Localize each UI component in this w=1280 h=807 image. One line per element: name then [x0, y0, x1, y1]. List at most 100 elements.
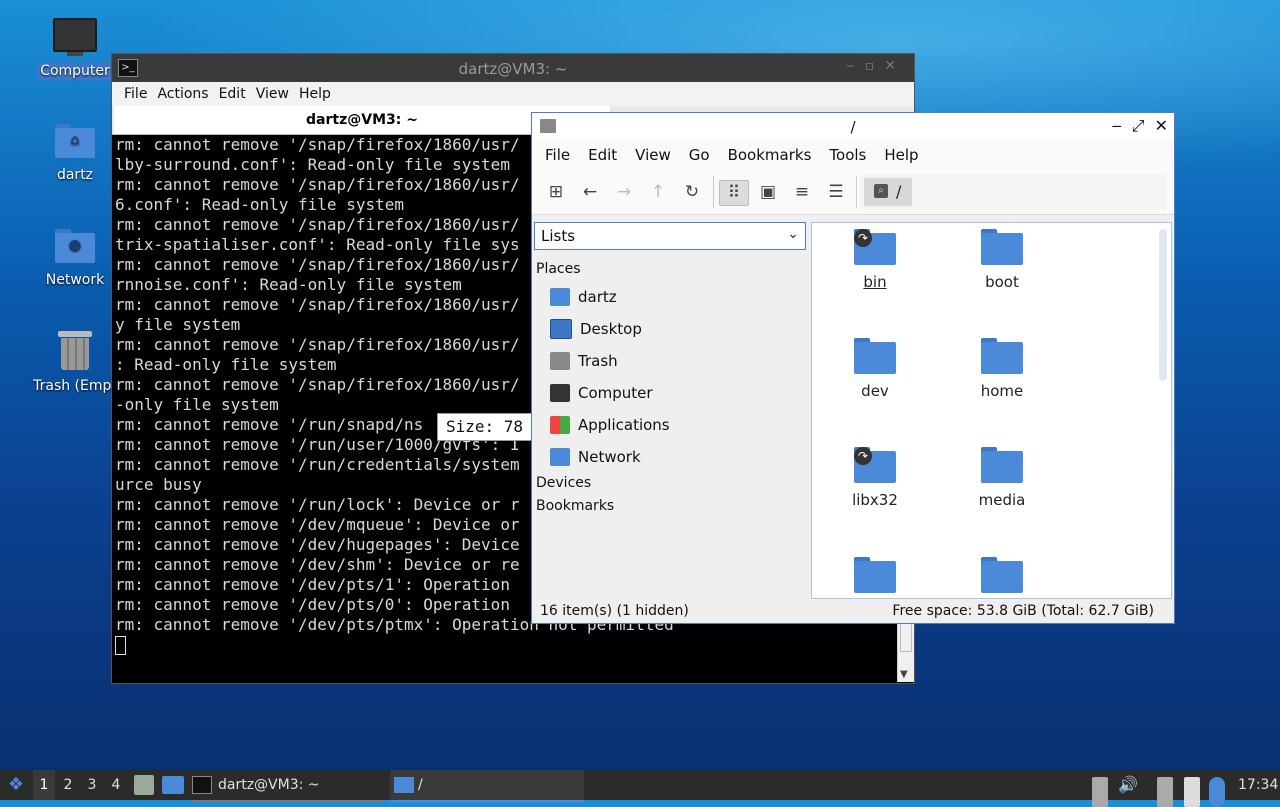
start-menu-icon[interactable]: ❖ [4, 770, 28, 800]
file-item-folder[interactable] [820, 557, 930, 595]
forward-icon[interactable]: → [610, 180, 638, 204]
menu-file[interactable]: File [122, 86, 155, 102]
file-item-folder[interactable] [947, 557, 1057, 595]
item-count: 16 item(s) (1 hidden) [540, 603, 689, 619]
file-item-folder[interactable]: ↷ libx32 [820, 447, 930, 509]
sidebar-item-trash[interactable]: Trash [550, 349, 618, 373]
file-item-folder[interactable]: boot [947, 229, 1057, 291]
task-terminal[interactable]: dartz@VM3: ~ [192, 770, 384, 802]
computer-icon [53, 18, 97, 56]
menu-go[interactable]: Go [680, 146, 719, 164]
scroll-down-icon[interactable]: ▼ [900, 669, 908, 680]
places-sidebar: Places dartz Desktop Trash Computer Appl… [532, 253, 808, 595]
toolbar-separator [713, 176, 714, 208]
sidebar-item-label: Computer [578, 384, 653, 402]
terminal-titlebar[interactable]: >_ dartz@VM3: ~ ‒▫✕ [112, 54, 914, 82]
file-view-scrollbar[interactable] [1159, 229, 1167, 381]
network-icon[interactable] [1157, 777, 1173, 807]
desktop-icon-trash[interactable]: Trash (Empt [25, 331, 125, 395]
folder-icon [854, 557, 896, 595]
symlink-icon: ↷ [854, 447, 872, 465]
detailed-view-icon[interactable]: ☰ [822, 180, 850, 204]
close-icon[interactable]: ✕ [1155, 116, 1168, 136]
menu-help[interactable]: Help [875, 146, 927, 164]
updates-icon[interactable] [1092, 777, 1108, 807]
folder-icon [981, 447, 1023, 485]
up-icon[interactable]: ↑ [644, 180, 672, 204]
clipboard-icon[interactable] [1184, 777, 1200, 807]
menu-edit[interactable]: Edit [579, 146, 626, 164]
filemanager-titlebar[interactable]: / ‒ ⤢ ✕ [532, 113, 1174, 140]
desktop-icon [550, 319, 572, 339]
new-tab-icon[interactable]: ⊞ [542, 180, 570, 204]
sidebar-item-network[interactable]: Network [550, 445, 641, 469]
compact-view-icon[interactable]: ≡ [788, 180, 816, 204]
folder-icon [981, 338, 1023, 376]
places-header: Places [536, 261, 581, 277]
sidebar-item-label: Network [578, 448, 641, 466]
folder-icon [854, 338, 896, 376]
menu-tools[interactable]: Tools [820, 146, 875, 164]
menu-view[interactable]: View [254, 86, 297, 102]
folder-icon [981, 229, 1023, 267]
sidebar-item-home[interactable]: dartz [550, 285, 617, 309]
maximize-icon[interactable]: ⤢ [1132, 116, 1145, 136]
sidebar-item-label: Desktop [580, 320, 642, 338]
sidebar-item-label: Applications [578, 416, 670, 434]
minimize-icon[interactable]: ‒ [1112, 116, 1122, 136]
filemanager-window[interactable]: / ‒ ⤢ ✕ File Edit View Go Bookmarks Tool… [531, 112, 1175, 624]
icon-view-icon[interactable]: ⠿ [719, 180, 749, 206]
devices-header[interactable]: Devices [536, 475, 591, 491]
file-name: dev [861, 382, 889, 400]
terminal-cursor [115, 636, 126, 655]
menu-view[interactable]: View [626, 146, 680, 164]
side-pane-mode-value: Lists [541, 227, 576, 245]
network-folder-icon: ● [55, 229, 95, 263]
back-icon[interactable]: ← [576, 180, 604, 204]
volume-icon[interactable]: 🔊 [1118, 770, 1138, 800]
desktop-icon-network[interactable]: ● Network [25, 229, 125, 289]
workspace-3[interactable]: 3 [81, 770, 103, 800]
file-item-folder[interactable]: home [947, 338, 1057, 400]
desktop-icon-home[interactable]: ⌂ dartz [25, 124, 125, 184]
sidebar-item-desktop[interactable]: Desktop [550, 317, 642, 341]
desktop-icon-computer[interactable]: Computer [25, 18, 125, 80]
side-pane-mode-select[interactable]: Lists ⌄ [534, 222, 806, 250]
free-space: Free space: 53.8 GiB (Total: 62.7 GiB) [892, 603, 1154, 619]
filemanager-menubar: File Edit View Go Bookmarks Tools Help [532, 140, 1174, 170]
sidebar-item-applications[interactable]: Applications [550, 413, 670, 437]
show-desktop-icon[interactable] [162, 776, 184, 794]
bookmarks-header[interactable]: Bookmarks [536, 498, 614, 514]
file-item-folder[interactable]: ↷ bin [820, 229, 930, 291]
thumbnail-view-icon[interactable]: ▣ [754, 180, 782, 204]
menu-file[interactable]: File [536, 146, 579, 164]
workspace-1[interactable]: 1 [33, 770, 55, 800]
task-label: dartz@VM3: ~ [218, 777, 320, 793]
symlink-icon: ↷ [854, 229, 872, 247]
workspace-2[interactable]: 2 [57, 770, 79, 800]
workspace-4[interactable]: 4 [105, 770, 127, 800]
sidebar-item-computer[interactable]: Computer [550, 381, 653, 405]
menu-actions[interactable]: Actions [155, 86, 216, 102]
menu-help[interactable]: Help [297, 86, 339, 102]
path-root-label: / [896, 182, 902, 201]
path-bar[interactable]: ⌕ / [860, 174, 1166, 210]
file-name: media [978, 491, 1026, 509]
window-controls[interactable]: ‒▫✕ [846, 58, 906, 74]
file-view[interactable]: ↷ bin boot dev home ↷ libx32 media [811, 222, 1172, 599]
menu-bookmarks[interactable]: Bookmarks [719, 146, 821, 164]
task-filemanager[interactable]: / [390, 770, 584, 802]
clock[interactable]: 17:34 [1238, 770, 1278, 800]
toolbar-separator [856, 176, 857, 208]
desktop-icon-label: Trash (Empt [33, 378, 117, 394]
notification-icon[interactable] [1209, 777, 1225, 807]
taskbar: ❖ 1 2 3 4 dartz@VM3: ~ / 🔊 17:34 [0, 770, 1280, 807]
reload-icon[interactable]: ↻ [678, 180, 706, 204]
file-item-folder[interactable]: media [947, 447, 1057, 509]
file-name: libx32 [852, 491, 898, 509]
menu-edit[interactable]: Edit [217, 86, 254, 102]
chevron-down-icon: ⌄ [787, 226, 799, 242]
file-item-folder[interactable]: dev [820, 338, 930, 400]
file-manager-launcher-icon[interactable] [134, 775, 154, 795]
path-root-button[interactable]: ⌕ / [864, 178, 912, 206]
